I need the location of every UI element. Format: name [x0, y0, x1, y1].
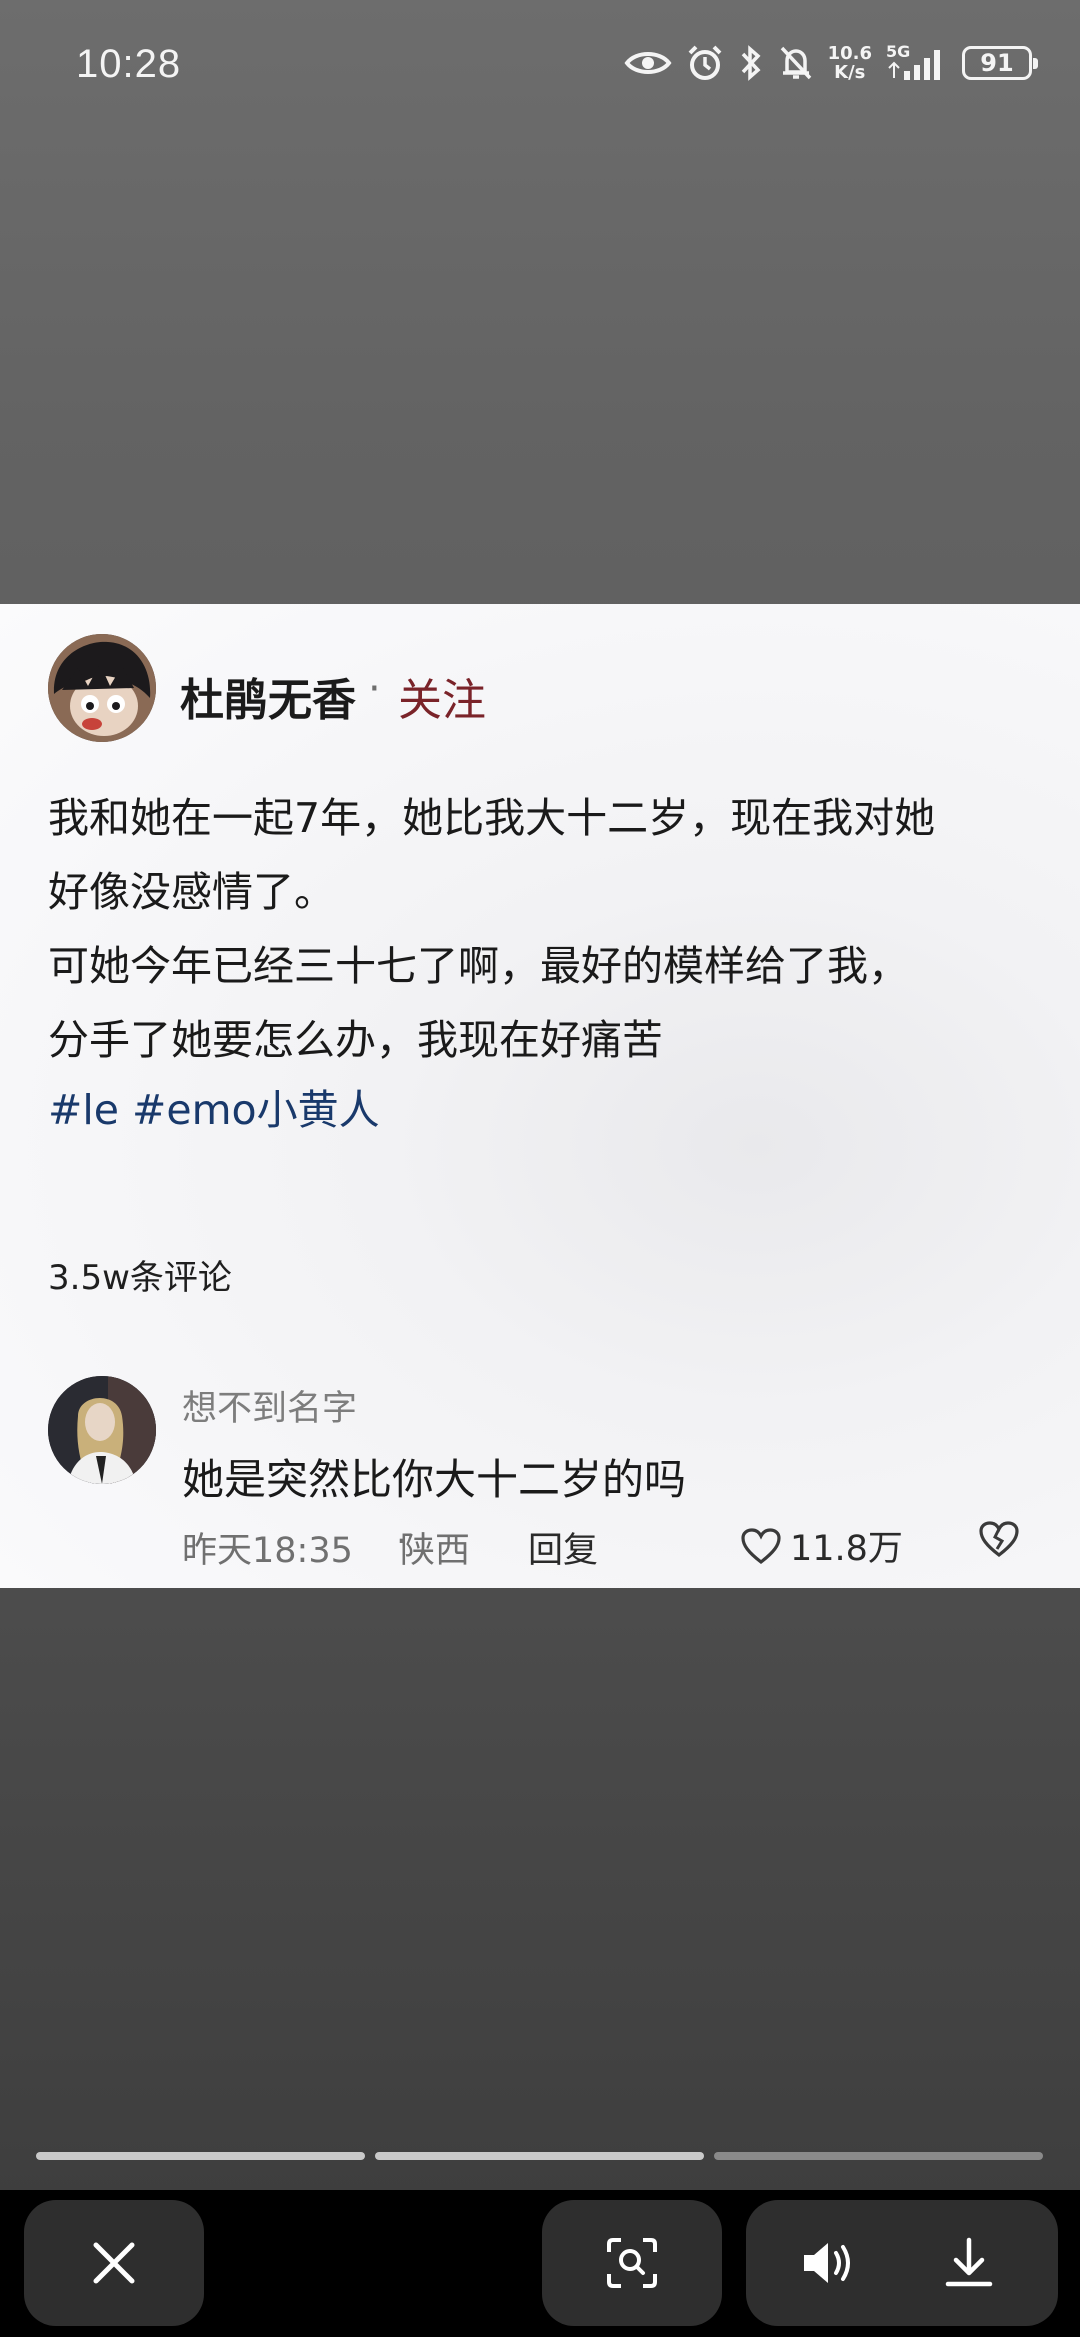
download-button[interactable]: [944, 2236, 994, 2294]
bluetooth-icon: [741, 45, 761, 81]
dislike-button[interactable]: [978, 1520, 1020, 1562]
post-text-line-1: 我和她在一起7年，她比我大十二岁，现在我对她: [48, 794, 936, 842]
media-controls: [746, 2200, 1058, 2326]
post-text-line-4: 分手了她要怎么办，我现在好痛苦: [48, 1016, 663, 1064]
progress-segment-1: [36, 2152, 365, 2160]
like-button[interactable]: 11.8万: [740, 1520, 903, 1571]
progress-segment-2: [375, 2152, 704, 2160]
lens-search-icon: [607, 2238, 657, 2288]
post-card: 杜鹃无香 · 关注 我和她在一起7年，她比我大十二岁，现在我对她 好像没感情了。…: [0, 604, 1080, 1588]
comment-time: 昨天18:35: [182, 1531, 353, 1571]
author-name[interactable]: 杜鹃无香: [180, 664, 356, 728]
network-speed: 10.6 K/s: [827, 43, 872, 83]
heart-icon: [741, 1527, 781, 1564]
system-icons: 10.6 K/s 5G 91: [624, 42, 1038, 83]
comment-location: 陕西: [400, 1531, 471, 1571]
reply-button[interactable]: 回复: [528, 1522, 598, 1573]
volume-button[interactable]: [800, 2238, 856, 2292]
post-text-line-2: 好像没感情了。: [48, 868, 335, 916]
volume-icon: [804, 2243, 850, 2283]
status-time: 10:28: [76, 42, 182, 86]
follow-button[interactable]: 关注: [398, 664, 486, 728]
download-icon: [945, 2237, 993, 2287]
cartoon-avatar-image: [48, 634, 156, 742]
close-icon: [93, 2242, 135, 2284]
signal-icon: 5G: [886, 42, 948, 82]
alarm-icon: [688, 45, 721, 80]
progress-segment-3: [714, 2152, 1043, 2160]
battery-indicator: 91: [962, 46, 1038, 80]
commenter-username[interactable]: 想不到名字: [182, 1380, 357, 1431]
eye-icon: [624, 52, 672, 74]
like-count: 11.8万: [790, 1529, 903, 1569]
post-hashtags[interactable]: #le #emo小黄人: [48, 1076, 380, 1136]
photo-avatar-image: [48, 1376, 156, 1484]
close-button[interactable]: [24, 2200, 204, 2326]
status-bar: 10:28 10.6 K/s 5G 91: [0, 0, 1080, 140]
comment-text: 她是突然比你大十二岁的吗: [182, 1455, 687, 1504]
post-text-line-3: 可她今年已经三十七了啊，最好的模样给了我，: [48, 942, 909, 990]
name-separator: ·: [368, 666, 381, 712]
lens-search-button[interactable]: [542, 2200, 722, 2326]
commenter-avatar[interactable]: [48, 1376, 156, 1484]
author-avatar[interactable]: [48, 634, 156, 742]
comment-count[interactable]: 3.5w条评论: [48, 1250, 232, 1299]
mute-bell-icon: [780, 46, 811, 80]
broken-heart-icon: [979, 1521, 1019, 1558]
